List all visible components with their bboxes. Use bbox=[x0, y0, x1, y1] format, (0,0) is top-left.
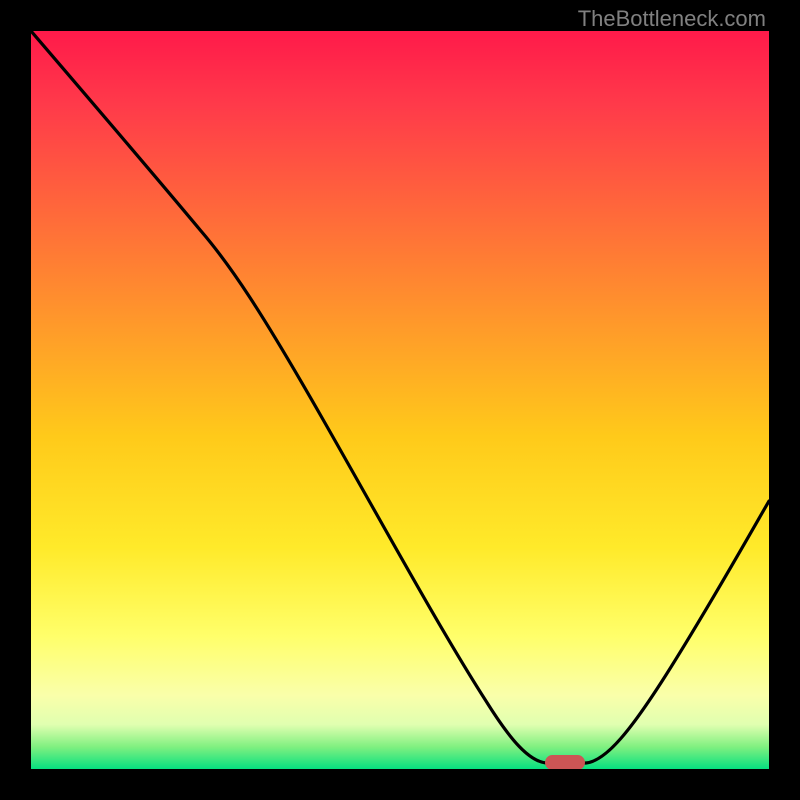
gradient-plot-area bbox=[31, 31, 769, 769]
watermark-text: TheBottleneck.com bbox=[578, 6, 766, 32]
